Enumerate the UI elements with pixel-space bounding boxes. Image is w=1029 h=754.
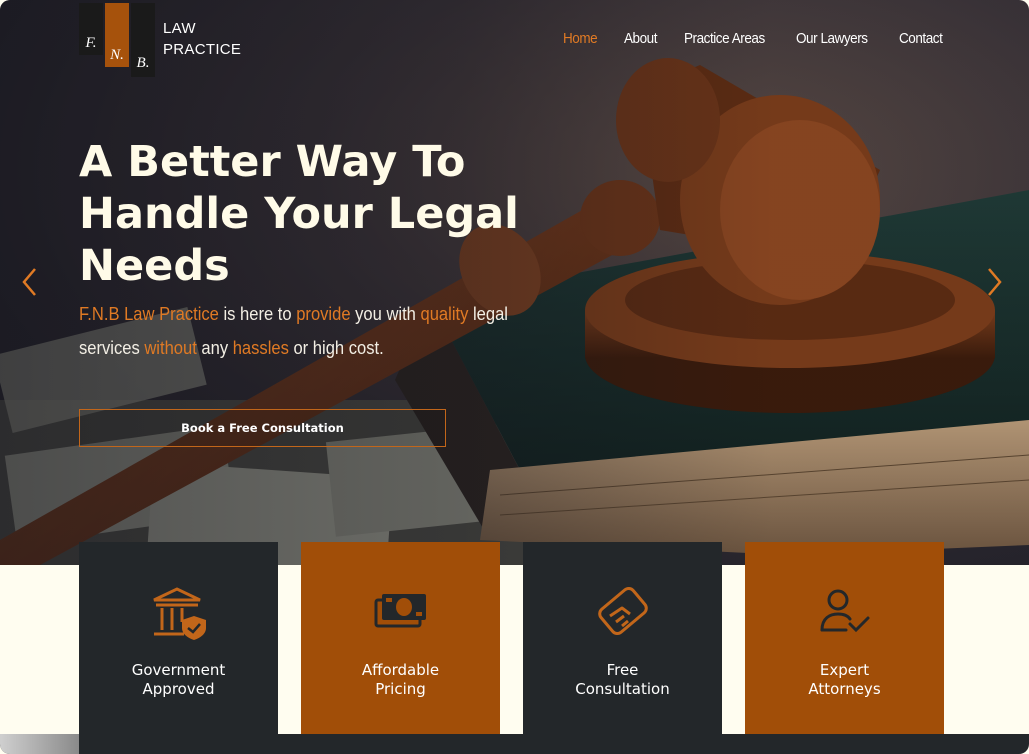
hero-subtitle: F.N.B Law Practice is here to provide yo… [79,297,511,365]
slider-next-button[interactable] [984,266,1004,298]
feature-label-line-1: Free [606,661,639,679]
hero-sub-highlight: hassles [232,338,289,358]
feature-card-government-approved[interactable]: Government Approved [79,542,278,754]
chevron-right-icon [988,268,1002,296]
feature-label-line-2: Approved [142,680,215,698]
hero-sub-highlight: quality [420,304,469,324]
feature-label: Free Consultation [523,661,722,699]
money-icon [374,594,426,628]
main-nav: Home About Practice Areas Our Lawyers Co… [563,30,947,47]
logo-line-law: LAW [163,20,196,37]
hero-sub-text: is here to [218,304,297,324]
feature-label: Affordable Pricing [301,661,500,699]
feature-label-line-1: Expert [819,661,870,679]
logo-letter-f: F. [79,3,103,55]
logo-wordmark: LAW PRACTICE [163,18,241,60]
hero-sub-highlight: without [144,338,197,358]
hero-title-line-1: A Better Way To [79,137,466,187]
next-section-edge [0,734,1029,754]
nav-our-lawyers[interactable]: Our Lawyers [796,30,868,47]
feature-label: Government Approved [79,661,278,699]
feature-card-free-consultation[interactable]: Free Consultation [523,542,722,754]
logo-letter-n: N. [105,3,129,67]
hero-sub-text: you with [350,304,421,324]
courthouse-shield-icon [152,587,206,640]
hero-title-line-3: Needs [79,241,230,291]
nav-home[interactable]: Home [563,30,598,47]
nav-about[interactable]: About [624,30,657,47]
page: F. N. B. LAW PRACTICE Home About Practic… [0,0,1029,754]
feature-label-line-1: Affordable [361,661,440,679]
nav-practice-areas[interactable]: Practice Areas [684,30,765,47]
book-consultation-button[interactable]: Book a Free Consultation [79,409,446,447]
handshake-icon [597,586,648,636]
site-logo[interactable]: F. N. B. LAW PRACTICE [79,3,249,78]
user-check-icon [820,589,869,633]
chevron-left-icon [22,268,36,296]
hero-sub-highlight: provide [296,304,351,324]
hero-title: A Better Way To Handle Your Legal Needs [79,136,579,292]
hero-slider: F. N. B. LAW PRACTICE Home About Practic… [0,0,1029,565]
feature-label-line-2: Attorneys [808,680,881,698]
hero-title-line-2: Handle Your Legal [79,189,519,239]
hero-sub-brand: F.N.B Law Practice [79,304,219,324]
features-row: Government Approved Affordable Pricing F… [79,542,944,754]
feature-label: Expert Attorneys [745,661,944,699]
hero-sub-text: or high cost. [288,338,384,358]
feature-label-line-2: Consultation [575,680,670,698]
logo-letter-b: B. [131,3,155,77]
feature-label-line-1: Government [131,661,226,679]
hero-sub-text: any [196,338,233,358]
logo-line-practice: PRACTICE [163,41,242,58]
feature-card-expert-attorneys[interactable]: Expert Attorneys [745,542,944,754]
next-section-image-edge [0,734,79,754]
nav-contact[interactable]: Contact [899,30,943,47]
slider-prev-button[interactable] [20,266,40,298]
feature-card-affordable-pricing[interactable]: Affordable Pricing [301,542,500,754]
feature-label-line-2: Pricing [375,680,426,698]
